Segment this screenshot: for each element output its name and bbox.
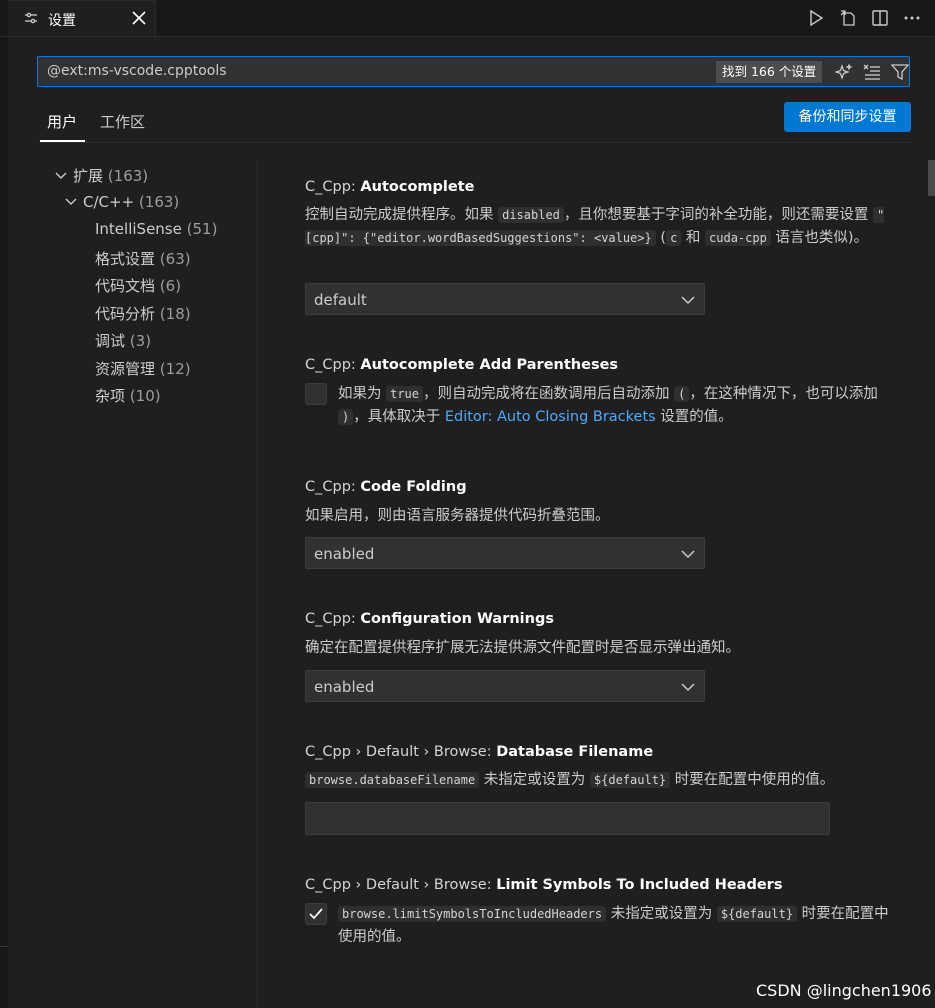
editor-toolbar bbox=[805, 7, 923, 29]
chevron-down-icon bbox=[680, 679, 696, 695]
tree-label: IntelliSense bbox=[95, 220, 182, 238]
setting-title-config-warnings: C_Cpp: Configuration Warnings bbox=[305, 611, 554, 627]
tree-item-code-docs[interactable]: 代码文档 (6) bbox=[95, 275, 181, 296]
tree-label: 扩展 bbox=[73, 167, 104, 185]
setting-title-code-folding: C_Cpp: Code Folding bbox=[305, 479, 467, 495]
tree-item-formatting[interactable]: 格式设置 (63) bbox=[95, 248, 191, 269]
setting-desc-autocomplete: 控制自动完成提供程序。如果 disabled ，且你想要基于字词的补全功能，则还需… bbox=[305, 207, 885, 246]
tree-item-intellisense[interactable]: IntelliSense (51) bbox=[95, 220, 217, 238]
tree-count: (6) bbox=[159, 277, 182, 295]
setting-desc-code-folding: 如果启用，则由语言服务器提供代码折叠范围。 bbox=[305, 508, 610, 524]
tree-label: 调试 bbox=[95, 332, 126, 350]
tab-title: 设置 bbox=[48, 13, 76, 29]
tree-count: (63) bbox=[159, 250, 191, 268]
tree-count: (3) bbox=[129, 332, 152, 350]
tree-count: (10) bbox=[129, 387, 161, 405]
autocomplete-parens-checkbox[interactable] bbox=[305, 383, 327, 405]
tree-item-code-analysis[interactable]: 代码分析 (18) bbox=[95, 303, 191, 324]
header-divider bbox=[37, 142, 911, 143]
autocomplete-select[interactable]: default bbox=[305, 283, 705, 315]
db-filename-input[interactable] bbox=[305, 802, 830, 835]
tree-separator bbox=[257, 160, 258, 1008]
search-actions bbox=[834, 62, 910, 82]
limit-symbols-checkbox[interactable] bbox=[305, 903, 327, 925]
code-folding-select[interactable]: enabled bbox=[305, 537, 705, 569]
tab-user[interactable]: 用户 bbox=[47, 111, 77, 132]
tree-count: (163) bbox=[138, 193, 180, 211]
clear-filter-icon[interactable] bbox=[862, 62, 882, 82]
tree-item-extensions[interactable]: 扩展 (163) bbox=[55, 165, 148, 186]
setting-desc-config-warnings: 确定在配置提供程序扩展无法提供源文件配置时是否显示弹出通知。 bbox=[305, 640, 740, 656]
tree-item-debug[interactable]: 调试 (3) bbox=[95, 330, 151, 351]
chevron-down-icon bbox=[680, 292, 696, 308]
tree-label: 代码分析 bbox=[95, 305, 156, 323]
tree-count: (51) bbox=[186, 220, 218, 238]
split-editor-icon[interactable] bbox=[869, 7, 891, 29]
scrollbar-thumb[interactable] bbox=[928, 160, 935, 196]
tree-item-cpp[interactable]: C/C++ (163) bbox=[65, 193, 179, 211]
run-icon[interactable] bbox=[805, 7, 827, 29]
setting-desc-limit-symbols: browse.limitSymbolsToIncludedHeaders 未指定… bbox=[338, 906, 889, 945]
tree-count: (163) bbox=[107, 167, 149, 185]
results-count-badge: 找到 166 个设置 bbox=[716, 61, 823, 83]
tab-settings[interactable]: 设置 bbox=[8, 0, 156, 36]
tree-label: 格式设置 bbox=[95, 250, 156, 268]
divider bbox=[0, 946, 8, 947]
tab-bar: 设置 bbox=[0, 0, 935, 37]
chevron-down-icon bbox=[65, 193, 79, 211]
settings-sliders-icon bbox=[24, 11, 38, 25]
setting-desc-autocomplete-parens: 如果为 true ，则自动完成将在函数调用后自动添加 (，在这种情况下，也可以添加… bbox=[338, 386, 878, 425]
setting-title-autocomplete: C_Cpp: Autocomplete bbox=[305, 179, 475, 195]
settings-search-input[interactable]: @ext:ms-vscode.cpptools 找到 166 个设置 bbox=[37, 56, 910, 87]
chevron-down-icon bbox=[55, 167, 69, 185]
open-settings-json-icon[interactable] bbox=[837, 7, 859, 29]
close-icon[interactable] bbox=[130, 9, 148, 27]
setting-desc-db-filename: browse.databaseFilename 未指定或设置为 ${defaul… bbox=[305, 769, 895, 792]
tab-workspace[interactable]: 工作区 bbox=[100, 111, 145, 132]
auto-closing-brackets-link[interactable]: Editor: Auto Closing Brackets bbox=[445, 409, 656, 425]
tree-label: C/C++ bbox=[83, 193, 135, 211]
sparkle-icon[interactable] bbox=[834, 62, 854, 82]
setting-title-limit-symbols: C_Cpp › Default › Browse: Limit Symbols … bbox=[305, 877, 783, 893]
tree-label: 代码文档 bbox=[95, 277, 156, 295]
left-strip bbox=[0, 0, 8, 1008]
tree-item-resource-mgmt[interactable]: 资源管理 (12) bbox=[95, 358, 191, 379]
checkmark-icon bbox=[309, 908, 323, 920]
tree-count: (12) bbox=[159, 360, 191, 378]
filter-icon[interactable] bbox=[890, 62, 910, 82]
tree-label: 杂项 bbox=[95, 387, 126, 405]
config-warnings-select[interactable]: enabled bbox=[305, 670, 705, 702]
search-query: @ext:ms-vscode.cpptools bbox=[47, 63, 227, 79]
watermark: CSDN @lingchen1906 bbox=[756, 981, 932, 1000]
setting-title-db-filename: C_Cpp › Default › Browse: Database Filen… bbox=[305, 744, 654, 760]
setting-title-autocomplete-parens: C_Cpp: Autocomplete Add Parentheses bbox=[305, 357, 619, 373]
tree-item-misc[interactable]: 杂项 (10) bbox=[95, 385, 161, 406]
tree-label: 资源管理 bbox=[95, 360, 156, 378]
chevron-down-icon bbox=[680, 546, 696, 562]
tree-count: (18) bbox=[159, 305, 191, 323]
backup-sync-button[interactable]: 备份和同步设置 bbox=[784, 102, 911, 132]
more-actions-icon[interactable] bbox=[901, 7, 923, 29]
